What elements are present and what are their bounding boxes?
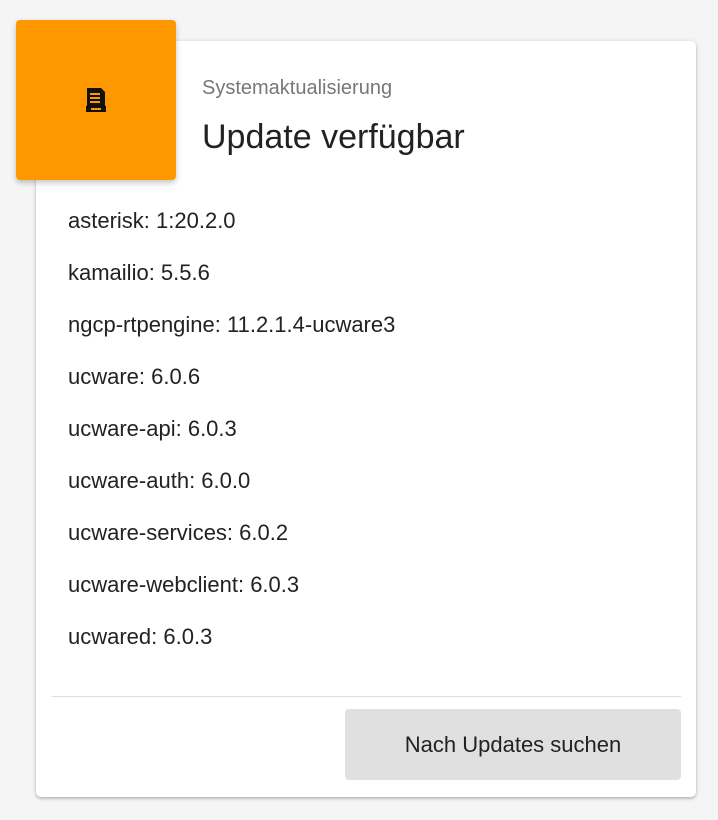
card-title: Update verfügbar	[202, 118, 465, 156]
package-item: ucware-auth: 6.0.0	[68, 468, 251, 493]
package-list: asterisk: 1:20.2.0 kamailio: 5.5.6 ngcp-…	[68, 204, 395, 672]
actions-divider	[52, 696, 681, 697]
package-item: kamailio: 5.5.6	[68, 260, 210, 285]
package-item: ucware-api: 6.0.3	[68, 416, 237, 441]
package-item: ngcp-rtpengine: 11.2.1.4-ucware3	[68, 312, 396, 337]
check-updates-button[interactable]: Nach Updates suchen	[345, 709, 681, 780]
package-item: ucware-services: 6.0.2	[68, 520, 289, 545]
changelog-document-icon	[86, 88, 106, 112]
package-item: ucware: 6.0.6	[68, 364, 201, 389]
card-subtitle: Systemaktualisierung	[202, 77, 393, 99]
package-item: asterisk: 1:20.2.0	[68, 208, 236, 233]
icon-tile	[16, 20, 176, 180]
package-item: ucwared: 6.0.3	[68, 624, 213, 649]
package-item: ucware-webclient: 6.0.3	[68, 572, 300, 597]
